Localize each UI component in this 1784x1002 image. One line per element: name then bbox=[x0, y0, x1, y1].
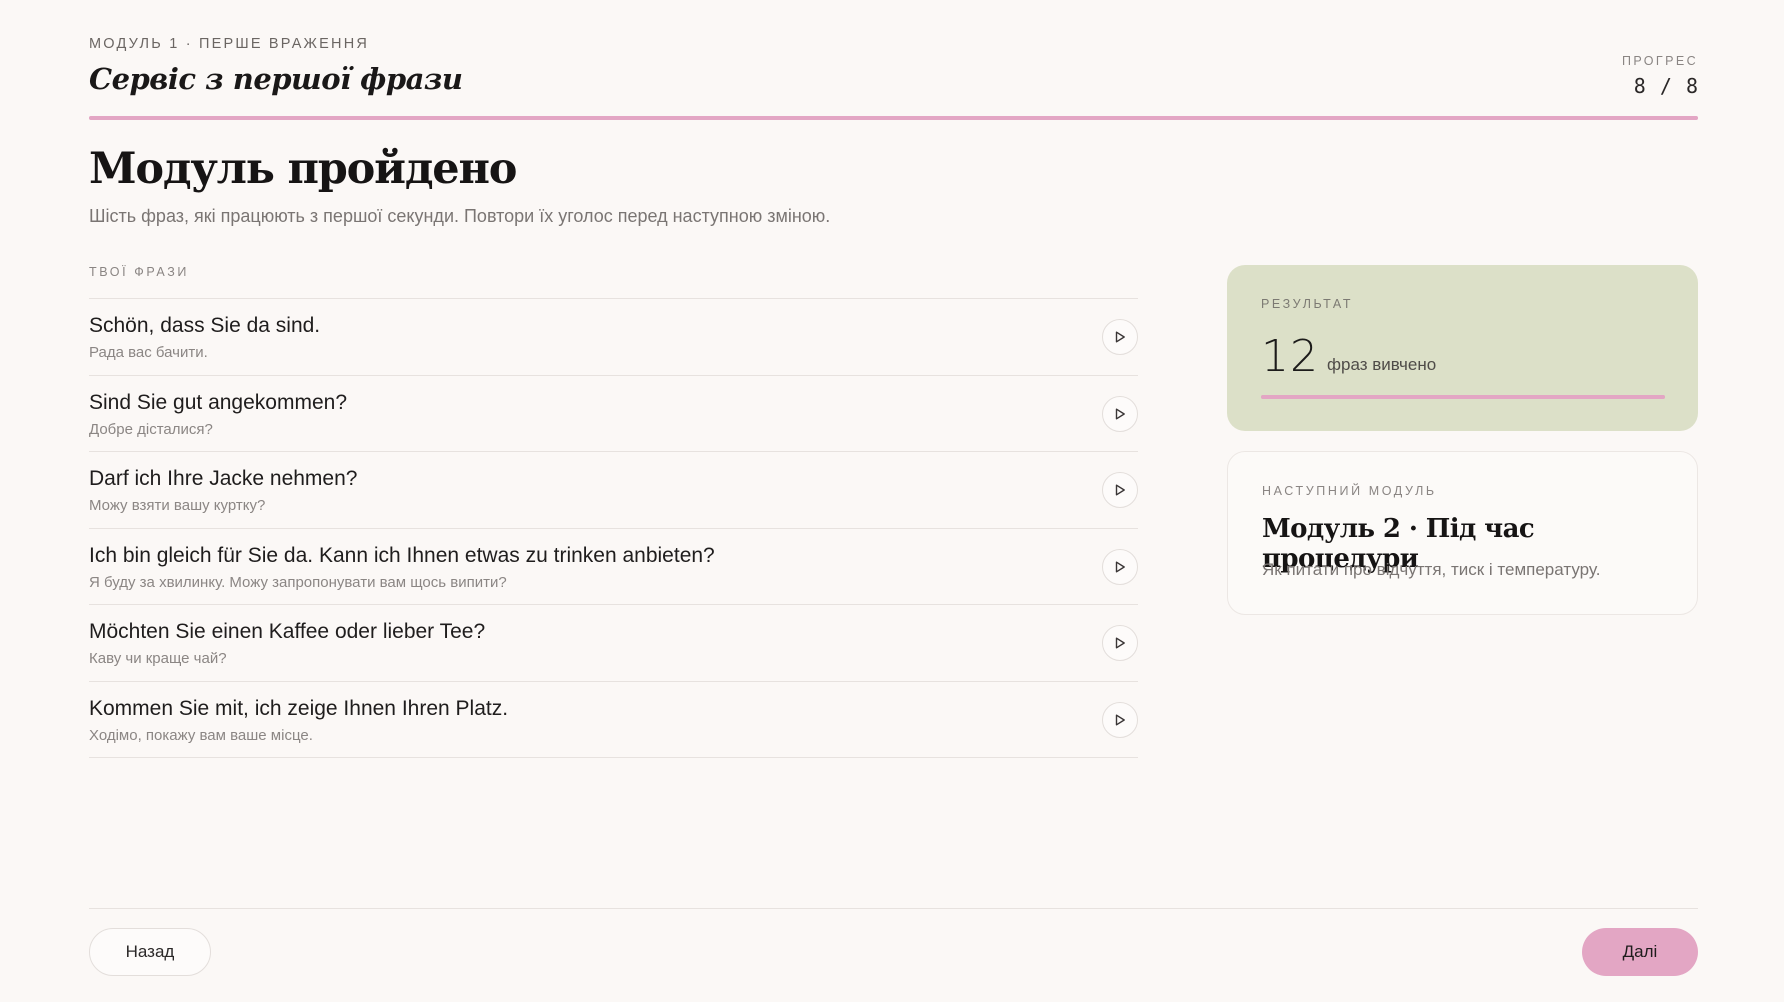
phrase-german: Kommen Sie mit, ich zeige Ihnen Ihren Pl… bbox=[89, 696, 509, 720]
back-button[interactable]: Назад bbox=[89, 928, 211, 976]
module-progress-fill bbox=[89, 116, 1698, 120]
phrase-row: Sind Sie gut angekommen? Добре дісталися? bbox=[89, 376, 1138, 452]
page-lead: Шість фраз, які працюють з першої секунд… bbox=[89, 206, 831, 226]
play-icon bbox=[1115, 331, 1125, 343]
footer-divider bbox=[89, 908, 1698, 909]
play-audio-button[interactable] bbox=[1102, 701, 1138, 738]
phrase-list: Schön, dass Sie da sind. Рада вас бачити.… bbox=[89, 298, 1138, 758]
next-module-label: НАСТУПНИЙ МОДУЛЬ bbox=[1262, 484, 1437, 498]
phrase-row: Kommen Sie mit, ich zeige Ihnen Ihren Pl… bbox=[89, 682, 1138, 758]
result-card: РЕЗУЛЬТАТ 12 фраз вивчено bbox=[1227, 265, 1698, 431]
phrase-row: Schön, dass Sie da sind. Рада вас бачити. bbox=[89, 299, 1138, 376]
phrase-row: Möchten Sie einen Kaffee oder lieber Tee… bbox=[89, 605, 1138, 682]
progress-value: 8 / 8 bbox=[1633, 74, 1698, 98]
play-icon bbox=[1115, 484, 1125, 496]
phrase-translation: Я буду за хвилинку. Можу запропонувати в… bbox=[89, 573, 507, 591]
next-module-description: Як питати про відчуття, тиск і температу… bbox=[1262, 560, 1601, 579]
phrase-section: ТВОЇ ФРАЗИ Schön, dass Sie da sind. Рада … bbox=[89, 265, 1138, 758]
play-audio-button[interactable] bbox=[1102, 472, 1138, 508]
module-complete-screen: МОДУЛЬ 1 · ПЕРШЕ ВРАЖЕННЯ Сервіс з першо… bbox=[0, 0, 1784, 1002]
module-progress-bar bbox=[89, 116, 1698, 120]
play-audio-button[interactable] bbox=[1102, 395, 1138, 432]
phrase-translation: Каву чи краще чай? bbox=[89, 650, 227, 667]
result-count: 12 bbox=[1261, 331, 1319, 382]
phrase-translation: Ходімо, покажу вам ваше місце. bbox=[89, 726, 313, 744]
phrases-label: ТВОЇ ФРАЗИ bbox=[89, 265, 189, 279]
phrase-row: Ich bin gleich für Sie da. Kann ich Ihne… bbox=[89, 529, 1138, 605]
play-audio-button[interactable] bbox=[1102, 625, 1138, 661]
result-progress-bar bbox=[1261, 395, 1665, 399]
play-icon bbox=[1115, 714, 1125, 725]
phrase-row: Darf ich Ihre Jacke nehmen? Можу взяти ва… bbox=[89, 452, 1138, 529]
phrase-translation: Можу взяти вашу куртку? bbox=[89, 497, 266, 514]
phrase-german: Darf ich Ihre Jacke nehmen? bbox=[89, 467, 358, 490]
play-icon bbox=[1115, 637, 1125, 649]
phrase-german: Schön, dass Sie da sind. bbox=[89, 314, 321, 337]
module-title: Сервіс з першої фрази bbox=[89, 62, 463, 96]
phrase-translation: Добре дісталися? bbox=[89, 420, 213, 438]
next-button[interactable]: Далі bbox=[1582, 928, 1698, 976]
phrase-translation: Рада вас бачити. bbox=[89, 344, 208, 361]
play-audio-button[interactable] bbox=[1102, 548, 1138, 585]
next-module-card[interactable]: НАСТУПНИЙ МОДУЛЬ Модуль 2 · Під час проц… bbox=[1227, 451, 1698, 615]
play-audio-button[interactable] bbox=[1102, 319, 1138, 355]
result-progress-fill bbox=[1261, 395, 1665, 399]
progress-label: ПРОГРЕС bbox=[1621, 54, 1698, 68]
page-title: Модуль пройдено bbox=[89, 144, 517, 194]
module-eyebrow: МОДУЛЬ 1 · ПЕРШЕ ВРАЖЕННЯ bbox=[89, 36, 370, 52]
phrase-german: Möchten Sie einen Kaffee oder lieber Tee… bbox=[89, 620, 486, 643]
phrase-german: Sind Sie gut angekommen? bbox=[89, 390, 347, 414]
phrase-german: Ich bin gleich für Sie da. Kann ich Ihne… bbox=[89, 543, 715, 567]
play-icon bbox=[1115, 408, 1125, 419]
module-header: МОДУЛЬ 1 · ПЕРШЕ ВРАЖЕННЯ Сервіс з першо… bbox=[89, 36, 1698, 120]
play-icon bbox=[1115, 561, 1125, 572]
progress-indicator: ПРОГРЕС 8 / 8 bbox=[1622, 54, 1698, 98]
result-label: РЕЗУЛЬТАТ bbox=[1261, 297, 1354, 311]
result-unit: фраз вивчено bbox=[1327, 355, 1437, 374]
